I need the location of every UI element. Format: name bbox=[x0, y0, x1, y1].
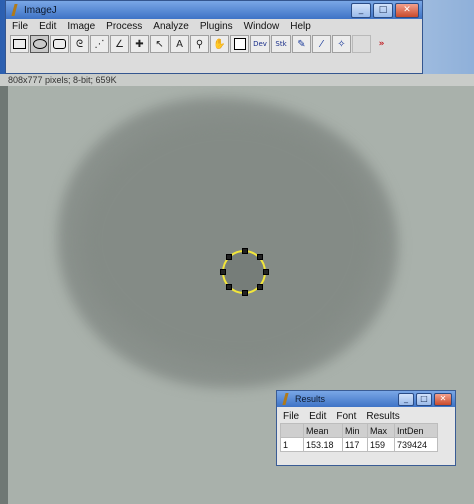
polygon-tool[interactable] bbox=[50, 35, 69, 53]
results-table: Mean Min Max IntDen 1 153.18 117 159 739… bbox=[280, 423, 438, 452]
roi-handle[interactable] bbox=[257, 284, 263, 290]
column-header[interactable]: IntDen bbox=[394, 423, 438, 438]
results-close-button[interactable]: ✕ bbox=[434, 392, 452, 406]
roi-handle[interactable] bbox=[226, 254, 232, 260]
table-cell: 159 bbox=[367, 437, 395, 452]
rectangle-icon bbox=[13, 39, 26, 49]
table-header-row: Mean Min Max IntDen bbox=[280, 423, 438, 438]
results-minimize-button[interactable]: _ bbox=[398, 392, 414, 406]
sparkle-icon: ✧ bbox=[337, 38, 346, 50]
results-app-icon bbox=[281, 393, 291, 405]
results-menu-font[interactable]: Font bbox=[336, 411, 356, 422]
menu-file[interactable]: File bbox=[12, 21, 28, 32]
color-picker-icon bbox=[233, 38, 246, 50]
results-menu-edit[interactable]: Edit bbox=[309, 411, 326, 422]
table-cell: 739424 bbox=[394, 437, 438, 452]
results-window: Results _ □ ✕ File Edit Font Results Mea… bbox=[276, 390, 456, 466]
blank-tool[interactable] bbox=[352, 35, 371, 53]
roi-handle[interactable] bbox=[242, 248, 248, 254]
oval-icon bbox=[32, 39, 47, 49]
image-info-bar: 808x777 pixels; 8-bit; 659K bbox=[0, 74, 474, 86]
roi-handle[interactable] bbox=[226, 284, 232, 290]
close-button[interactable]: ✕ bbox=[395, 2, 419, 18]
column-header bbox=[280, 423, 304, 438]
freehand-tool[interactable]: ᘓ bbox=[70, 35, 89, 53]
hand-icon: ✋ bbox=[213, 38, 226, 50]
brush-icon: ⁄ bbox=[320, 38, 323, 50]
results-titlebar[interactable]: Results _ □ ✕ bbox=[277, 391, 455, 407]
menu-process[interactable]: Process bbox=[106, 21, 142, 32]
wand-tool[interactable]: ↖ bbox=[150, 35, 169, 53]
angle-tool[interactable]: ∠ bbox=[110, 35, 129, 53]
window-title: ImageJ bbox=[24, 4, 57, 16]
stk-tool[interactable]: Stk bbox=[271, 35, 291, 53]
point-tool[interactable]: ✚ bbox=[130, 35, 149, 53]
dev-icon: Dev bbox=[253, 40, 267, 48]
brush-tool[interactable]: ⁄ bbox=[312, 35, 331, 53]
wand-icon: ↖ bbox=[155, 38, 164, 50]
column-header[interactable]: Mean bbox=[303, 423, 343, 438]
hand-tool[interactable]: ✋ bbox=[210, 35, 229, 53]
column-header[interactable]: Min bbox=[342, 423, 368, 438]
polygon-icon bbox=[53, 39, 66, 49]
image-left-border bbox=[0, 86, 8, 504]
table-cell: 1 bbox=[280, 437, 304, 452]
pencil-icon: ✎ bbox=[297, 38, 306, 50]
main-menubar: File Edit Image Process Analyze Plugins … bbox=[6, 19, 422, 33]
line-tool[interactable]: ⋰ bbox=[90, 35, 109, 53]
stk-icon: Stk bbox=[275, 40, 287, 48]
table-cell: 117 bbox=[342, 437, 368, 452]
wand-plugin-tool[interactable]: ✧ bbox=[332, 35, 351, 53]
roi-handle[interactable] bbox=[220, 269, 226, 275]
menu-plugins[interactable]: Plugins bbox=[200, 21, 233, 32]
table-cell: 153.18 bbox=[303, 437, 343, 452]
imagej-app-icon bbox=[10, 4, 20, 16]
text-tool[interactable]: A bbox=[170, 35, 189, 53]
menu-image[interactable]: Image bbox=[67, 21, 95, 32]
menu-edit[interactable]: Edit bbox=[39, 21, 56, 32]
menu-analyze[interactable]: Analyze bbox=[153, 21, 189, 32]
results-title: Results bbox=[295, 394, 326, 404]
roi-handle[interactable] bbox=[263, 269, 269, 275]
imagej-titlebar[interactable]: ImageJ _ □ ✕ bbox=[6, 1, 422, 19]
point-icon: ✚ bbox=[135, 38, 144, 50]
menu-window[interactable]: Window bbox=[244, 21, 280, 32]
tool-bar: ᘓ ⋰ ∠ ✚ ↖ A ⚲ ✋ Dev Stk ✎ ⁄ ✧ » bbox=[10, 35, 422, 55]
menu-help[interactable]: Help bbox=[290, 21, 311, 32]
minimize-button[interactable]: _ bbox=[351, 2, 371, 18]
more-tools-button[interactable]: » bbox=[372, 35, 391, 53]
magnifier-icon: ⚲ bbox=[195, 38, 204, 50]
pencil-tool[interactable]: ✎ bbox=[292, 35, 311, 53]
magnifier-tool[interactable]: ⚲ bbox=[190, 35, 209, 53]
angle-icon: ∠ bbox=[115, 38, 124, 50]
oval-tool[interactable] bbox=[30, 35, 49, 53]
roi-handle[interactable] bbox=[257, 254, 263, 260]
rectangle-tool[interactable] bbox=[10, 35, 29, 53]
results-menu-file[interactable]: File bbox=[283, 411, 299, 422]
line-icon: ⋰ bbox=[94, 38, 105, 50]
text-icon: A bbox=[176, 38, 183, 50]
column-header[interactable]: Max bbox=[367, 423, 395, 438]
table-row[interactable]: 1 153.18 117 159 739424 bbox=[280, 437, 438, 452]
results-maximize-button[interactable]: □ bbox=[416, 392, 432, 406]
results-menubar: File Edit Font Results bbox=[277, 409, 455, 423]
double-chevron-icon: » bbox=[378, 39, 385, 49]
maximize-button[interactable]: □ bbox=[373, 2, 393, 18]
dev-tool[interactable]: Dev bbox=[250, 35, 270, 53]
freehand-icon: ᘓ bbox=[75, 38, 84, 50]
color-picker-tool[interactable] bbox=[230, 35, 249, 53]
imagej-main-window: ImageJ _ □ ✕ File Edit Image Process Ana… bbox=[5, 0, 423, 74]
roi-handle[interactable] bbox=[242, 290, 248, 296]
results-menu-results[interactable]: Results bbox=[366, 411, 399, 422]
